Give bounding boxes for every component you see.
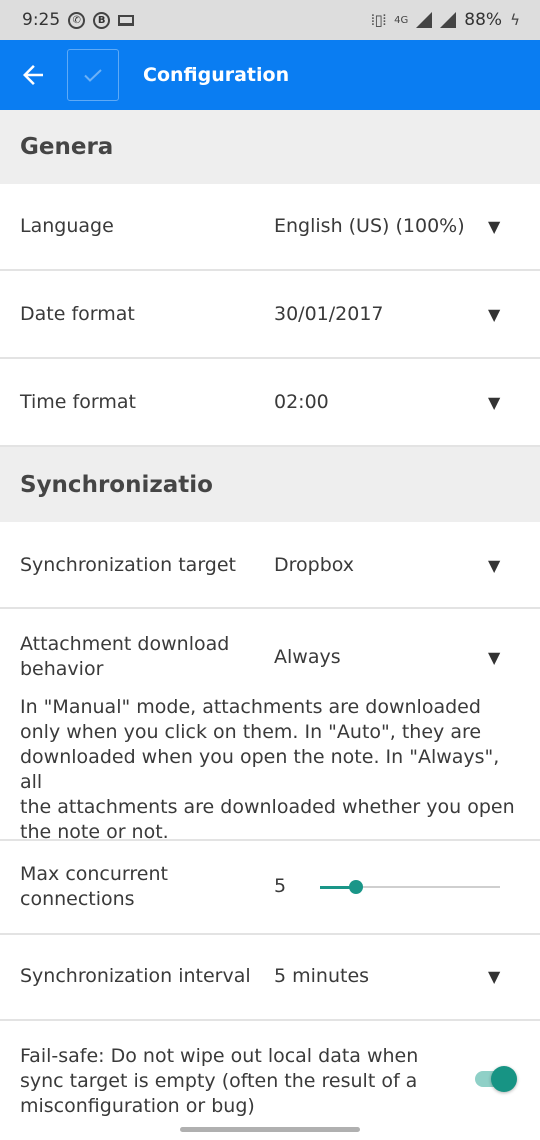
description-line: In "Manual" mode, attachments are downlo… xyxy=(20,696,481,718)
sync-interval-value: 5 minutes xyxy=(274,965,370,987)
description-line: downloaded when you open the note. In "A… xyxy=(20,746,500,793)
dropdown-arrow-icon: ▼ xyxy=(488,393,501,412)
language-value: English (US) (100%) xyxy=(274,215,465,237)
date-format-setting[interactable]: Date format 30/01/2017 ▼ xyxy=(0,271,540,359)
description-line: the attachments are downloaded whether y… xyxy=(20,796,515,818)
attachment-description: In "Manual" mode, attachments are downlo… xyxy=(20,695,520,845)
dropdown-arrow-icon: ▼ xyxy=(488,648,501,667)
charging-icon: ϟ xyxy=(510,11,520,29)
date-format-value: 30/01/2017 xyxy=(274,303,384,325)
fail-safe-setting[interactable]: Fail-safe: Do not wipe out local data wh… xyxy=(0,1021,540,1127)
section-header-general: Genera xyxy=(0,110,540,184)
max-connections-slider[interactable] xyxy=(320,880,500,894)
attachment-label-line2: behavior xyxy=(20,658,104,680)
sync-interval-setting[interactable]: Synchronization interval 5 minutes ▼ xyxy=(0,935,540,1021)
status-bar: 9:25 ✆ B ⦙▯⦙ 4G 88% ϟ xyxy=(0,0,540,40)
date-format-label: Date format xyxy=(20,303,135,325)
fail-safe-label-line3: misconfiguration or bug) xyxy=(20,1095,255,1117)
arrow-back-icon xyxy=(23,65,43,85)
time-format-label: Time format xyxy=(20,391,136,413)
sync-target-value: Dropbox xyxy=(274,554,355,576)
language-label: Language xyxy=(20,215,114,237)
max-connections-label-line1: Max concurrent xyxy=(20,863,168,885)
check-icon xyxy=(84,69,102,82)
battery-percent: 88% xyxy=(464,10,503,30)
app-bar: Configuration xyxy=(0,40,540,110)
fail-safe-label-line2: sync target is empty (often the result o… xyxy=(20,1070,418,1092)
signal-icon-2 xyxy=(440,12,457,28)
dropdown-arrow-icon: ▼ xyxy=(488,556,501,575)
dropdown-arrow-icon: ▼ xyxy=(488,305,501,324)
gesture-nav-bar[interactable] xyxy=(180,1127,360,1132)
page-title: Configuration xyxy=(143,64,290,86)
fail-safe-label-line1: Fail-safe: Do not wipe out local data wh… xyxy=(20,1045,419,1067)
dropdown-arrow-icon: ▼ xyxy=(488,217,501,236)
sync-target-label: Synchronization target xyxy=(20,554,236,576)
save-button[interactable] xyxy=(67,49,119,101)
time-format-value: 02:00 xyxy=(274,391,329,413)
attachment-setting[interactable]: Attachment download behavior Always ▼ In… xyxy=(0,609,540,843)
fail-safe-toggle[interactable] xyxy=(475,1066,517,1092)
toggle-thumb xyxy=(491,1066,517,1092)
attachment-label-line1: Attachment download xyxy=(20,633,230,655)
sync-target-setting[interactable]: Synchronization target Dropbox ▼ xyxy=(0,522,540,609)
max-connections-label-line2: connections xyxy=(20,888,135,910)
sync-interval-label: Synchronization interval xyxy=(20,965,251,987)
4g-icon: 4G xyxy=(394,14,409,26)
max-connections-setting: Max concurrent connections 5 xyxy=(0,841,540,935)
language-setting[interactable]: Language English (US) (100%) ▼ xyxy=(0,184,540,271)
time-format-setting[interactable]: Time format 02:00 ▼ xyxy=(0,359,540,447)
max-connections-value: 5 xyxy=(274,875,287,897)
back-button[interactable] xyxy=(0,40,66,110)
attachment-value: Always xyxy=(274,646,341,668)
whatsapp-icon: ✆ xyxy=(68,11,86,29)
slider-thumb[interactable] xyxy=(349,880,363,894)
b-icon: B xyxy=(93,11,111,29)
status-time: 9:25 xyxy=(22,10,61,30)
section-header-sync: Synchronizatio xyxy=(0,447,540,522)
description-line: only when you click on them. In "Auto", … xyxy=(20,721,482,743)
dropdown-arrow-icon: ▼ xyxy=(488,967,501,986)
vibrate-icon: ⦙▯⦙ xyxy=(371,11,387,29)
laptop-icon xyxy=(118,14,135,26)
signal-icon xyxy=(416,12,433,28)
